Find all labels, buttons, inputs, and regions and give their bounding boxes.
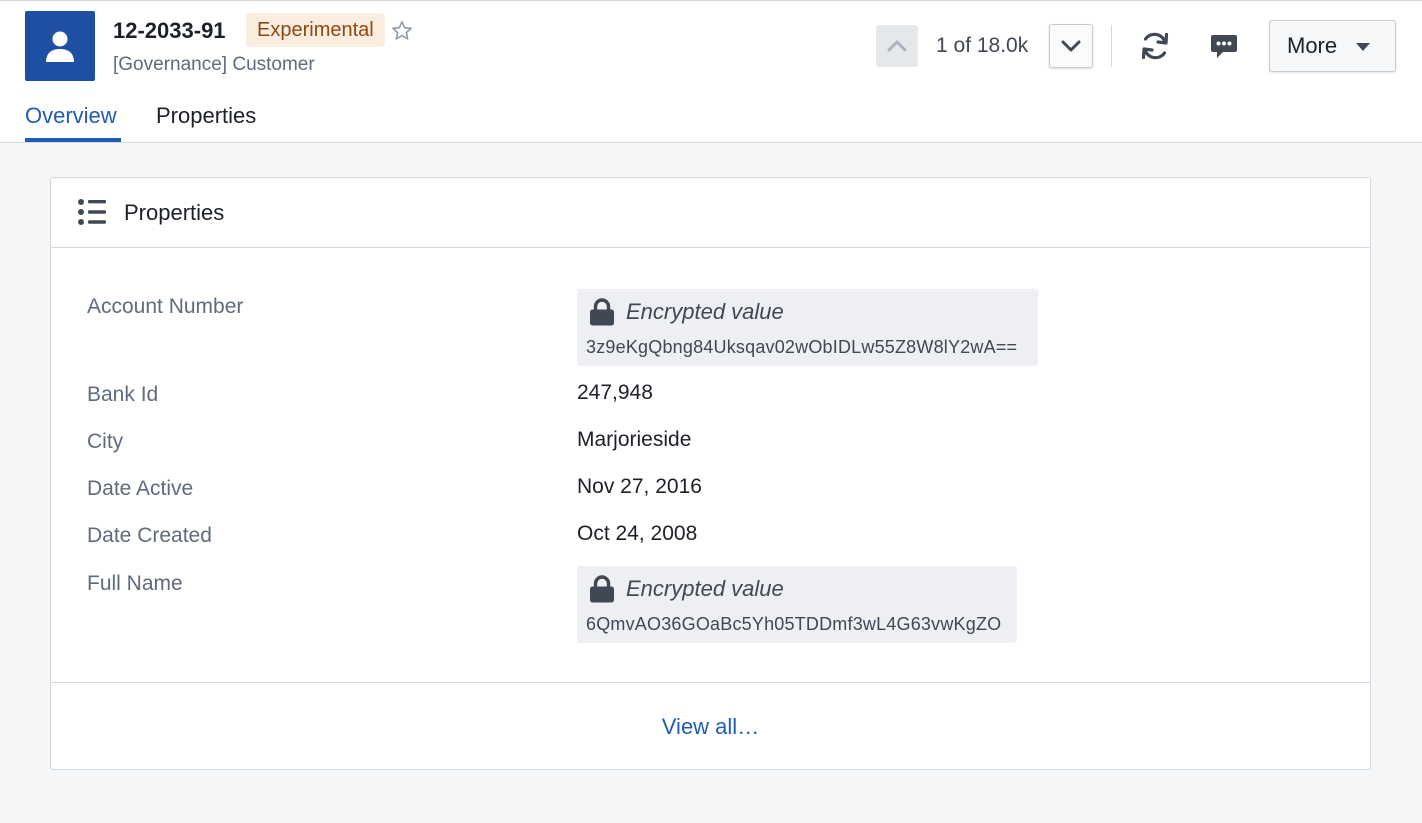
- encrypted-value-account-number[interactable]: Encrypted value 3z9eKgQbng84Uksqav02wObI…: [577, 289, 1038, 366]
- encrypted-value-text: 3z9eKgQbng84Uksqav02wObIDLw55Z8W8lY2wA==: [586, 337, 1018, 357]
- property-label-account-number: Account Number: [87, 295, 244, 318]
- properties-list-icon: [78, 199, 106, 225]
- toolbar-divider: [1111, 25, 1112, 67]
- property-value-date-created: Oct 24, 2008: [577, 522, 698, 545]
- chevron-up-icon: [887, 40, 907, 52]
- caret-down-icon: [1356, 43, 1370, 51]
- property-label-date-created: Date Created: [87, 524, 212, 547]
- encrypted-value-text: 6QmvAO36GOaBc5Yh05TDDmf3wL4G63vwKgZO: [586, 614, 1002, 634]
- property-label-city: City: [87, 430, 124, 453]
- card-footer-divider: [51, 682, 1370, 683]
- property-value-city: Marjorieside: [577, 428, 692, 451]
- object-header: 12-2033-91 Experimental [Governance] Cus…: [0, 0, 1422, 143]
- object-counter: 1 of 18.0k: [936, 34, 1029, 57]
- refresh-icon: [1141, 32, 1169, 60]
- next-object-button[interactable]: [1049, 24, 1093, 68]
- encrypted-value-label: Encrypted value: [626, 299, 784, 324]
- property-label-bank-id: Bank Id: [87, 383, 159, 406]
- comment-icon: [1211, 35, 1237, 58]
- tab-properties[interactable]: Properties: [156, 101, 256, 131]
- object-type-label: [Governance] Customer: [113, 54, 315, 75]
- chevron-down-icon: [1061, 40, 1081, 52]
- encrypted-value-label: Encrypted value: [626, 576, 784, 601]
- star-icon[interactable]: [391, 20, 413, 42]
- object-title: 12-2033-91: [113, 18, 226, 43]
- refresh-button[interactable]: [1136, 27, 1174, 65]
- more-menu-button[interactable]: More: [1269, 20, 1396, 72]
- comments-button[interactable]: [1205, 27, 1243, 65]
- lock-icon: [590, 575, 614, 603]
- lock-icon: [590, 298, 614, 326]
- active-tab-indicator: [25, 138, 121, 142]
- property-label-date-active: Date Active: [87, 477, 194, 500]
- object-avatar: [25, 11, 95, 81]
- property-value-bank-id: 247,948: [577, 381, 653, 404]
- previous-object-button[interactable]: [876, 25, 918, 67]
- tab-overview[interactable]: Overview: [25, 101, 117, 131]
- more-button-label: More: [1287, 33, 1338, 58]
- card-title: Properties: [124, 200, 225, 225]
- view-all-link[interactable]: View all…: [51, 713, 1370, 741]
- properties-card: Properties Account Number Encrypted valu…: [50, 177, 1371, 770]
- property-label-full-name: Full Name: [87, 572, 183, 595]
- status-badge: Experimental: [246, 13, 385, 47]
- card-header: Properties: [51, 178, 1370, 248]
- person-icon: [46, 31, 74, 62]
- property-value-date-active: Nov 27, 2016: [577, 475, 702, 498]
- encrypted-value-full-name[interactable]: Encrypted value 6QmvAO36GOaBc5Yh05TDDmf3…: [577, 566, 1017, 643]
